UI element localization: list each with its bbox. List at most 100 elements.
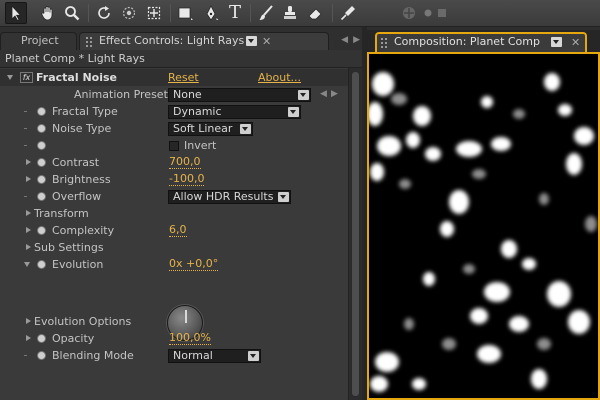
invert-checkbox[interactable] <box>169 141 179 151</box>
twirl-open-icon[interactable] <box>23 256 32 273</box>
animation-presets-label: Animation Presets: <box>74 88 178 101</box>
chevron-down-icon <box>248 351 259 361</box>
opacity-value[interactable]: 100,0% <box>169 331 211 345</box>
contrast-value[interactable]: 700,0 <box>169 155 201 169</box>
tab-composition[interactable]: Composition: Planet Comp ✕ <box>375 32 587 52</box>
twirl-open-icon[interactable] <box>6 69 15 86</box>
complexity-row: Complexity 6,0 <box>0 222 348 239</box>
orbit-camera-tool-icon[interactable] <box>118 2 140 24</box>
eraser-tool-icon[interactable] <box>304 2 326 24</box>
puppet-pin-tool-icon[interactable] <box>337 2 359 24</box>
animation-presets-dropdown[interactable]: None <box>168 88 311 102</box>
evolution-options-label: Evolution Options <box>34 315 132 328</box>
zoom-tool-icon[interactable] <box>61 2 83 24</box>
axis-mode-view-icon[interactable] <box>431 2 453 24</box>
twirl-closed-icon[interactable] <box>24 313 33 330</box>
clone-stamp-tool-icon[interactable] <box>279 2 301 24</box>
rotation-tool-icon[interactable] <box>93 2 115 24</box>
stopwatch-icon[interactable] <box>37 260 46 269</box>
left-tab-bar: Project Effect Controls: Light Rays ✕ ◀ … <box>0 30 362 50</box>
composition-panel: Composition: Planet Comp ✕ <box>367 30 600 400</box>
toolbar-separator <box>332 4 333 22</box>
noise-type-row: Noise Type Soft Linear <box>0 120 348 137</box>
indent-dot <box>24 145 27 146</box>
stopwatch-icon[interactable] <box>37 226 46 235</box>
evolution-value[interactable]: 0x +0,0° <box>169 257 219 271</box>
brush-tool-icon[interactable] <box>255 2 277 24</box>
animation-presets-row: Animation Presets: None ◀ ▶ <box>0 86 348 103</box>
overflow-dropdown[interactable]: Allow HDR Results <box>168 190 291 204</box>
stopwatch-icon[interactable] <box>37 175 46 184</box>
close-icon[interactable]: ✕ <box>262 34 271 50</box>
chevron-down-icon <box>278 192 289 202</box>
stopwatch-icon[interactable] <box>37 192 46 201</box>
fractal-type-label: Fractal Type <box>52 105 118 118</box>
twirl-closed-icon[interactable] <box>24 239 33 256</box>
stopwatch-icon[interactable] <box>37 141 46 150</box>
twirl-closed-icon[interactable] <box>24 330 33 347</box>
fx-badge-icon[interactable]: fx <box>20 72 33 83</box>
chevron-down-icon <box>240 124 251 134</box>
tab-project[interactable]: Project <box>0 32 77 50</box>
indent-dot <box>24 111 27 112</box>
selection-tool-icon[interactable] <box>5 2 27 24</box>
hand-tool-icon[interactable] <box>37 2 59 24</box>
type-tool-icon[interactable]: T <box>224 2 246 24</box>
transform-label: Transform <box>34 207 89 220</box>
indent-dot <box>24 196 27 197</box>
chevron-down-icon <box>298 90 309 100</box>
twirl-closed-icon[interactable] <box>24 171 33 188</box>
stopwatch-icon[interactable] <box>37 334 46 343</box>
previous-preset-icon[interactable]: ◀ <box>320 86 327 103</box>
pen-tool-icon[interactable] <box>200 2 222 24</box>
reset-link[interactable]: Reset <box>168 69 199 86</box>
contrast-row: Contrast 700,0 <box>0 154 348 171</box>
evolution-label: Evolution <box>52 258 104 271</box>
complexity-value[interactable]: 6,0 <box>169 223 187 237</box>
about-link[interactable]: About... <box>258 69 301 86</box>
sub-settings-row[interactable]: Sub Settings <box>0 239 348 256</box>
effect-header-row[interactable]: fx Fractal Noise Reset About... <box>0 69 348 86</box>
invert-row: Invert <box>0 137 348 154</box>
blending-mode-label: Blending Mode <box>52 349 134 362</box>
stopwatch-icon[interactable] <box>37 124 46 133</box>
evolution-options-row[interactable]: Evolution Options <box>0 313 348 330</box>
indent-dot <box>24 128 27 129</box>
indent-dot <box>24 355 27 356</box>
tab-menu-icon[interactable] <box>551 37 562 47</box>
noise-type-dropdown[interactable]: Soft Linear <box>168 122 253 136</box>
close-icon[interactable]: ✕ <box>571 35 580 50</box>
contrast-label: Contrast <box>52 156 100 169</box>
panel-grip-icon[interactable] <box>381 37 391 48</box>
panel-grip-icon[interactable] <box>86 36 96 47</box>
next-preset-icon[interactable]: ▶ <box>331 86 338 103</box>
stopwatch-icon[interactable] <box>37 107 46 116</box>
transform-row[interactable]: Transform <box>0 205 348 222</box>
scroll-right-icon[interactable]: ▶ <box>353 35 360 45</box>
pan-behind-tool-icon[interactable] <box>143 2 165 24</box>
twirl-closed-icon[interactable] <box>24 205 33 222</box>
fractal-noise-render <box>369 54 598 398</box>
twirl-closed-icon[interactable] <box>24 154 33 171</box>
sub-settings-label: Sub Settings <box>34 241 104 254</box>
rectangle-tool-icon[interactable] <box>174 2 196 24</box>
complexity-label: Complexity <box>52 224 115 237</box>
fractal-type-row: Fractal Type Dynamic <box>0 103 348 120</box>
toolbar-separator <box>88 4 89 22</box>
composition-viewer[interactable] <box>367 52 600 400</box>
twirl-closed-icon[interactable] <box>24 222 33 239</box>
stopwatch-icon[interactable] <box>37 351 46 360</box>
effect-controls-panel: Project Effect Controls: Light Rays ✕ ◀ … <box>0 30 362 400</box>
toolbar: T <box>0 0 600 27</box>
tab-effect-controls[interactable]: Effect Controls: Light Rays ✕ <box>79 32 329 50</box>
vertical-scrollbar[interactable] <box>348 68 362 400</box>
opacity-label: Opacity <box>52 332 95 345</box>
scroll-left-icon[interactable]: ◀ <box>341 35 348 45</box>
stopwatch-icon[interactable] <box>37 158 46 167</box>
brightness-value[interactable]: -100,0 <box>169 172 205 186</box>
toolbar-separator <box>250 4 251 22</box>
fractal-type-dropdown[interactable]: Dynamic <box>168 105 301 119</box>
tab-menu-icon[interactable] <box>246 36 257 46</box>
scrollbar-thumb[interactable] <box>351 71 360 397</box>
blending-mode-dropdown[interactable]: Normal <box>168 349 261 363</box>
